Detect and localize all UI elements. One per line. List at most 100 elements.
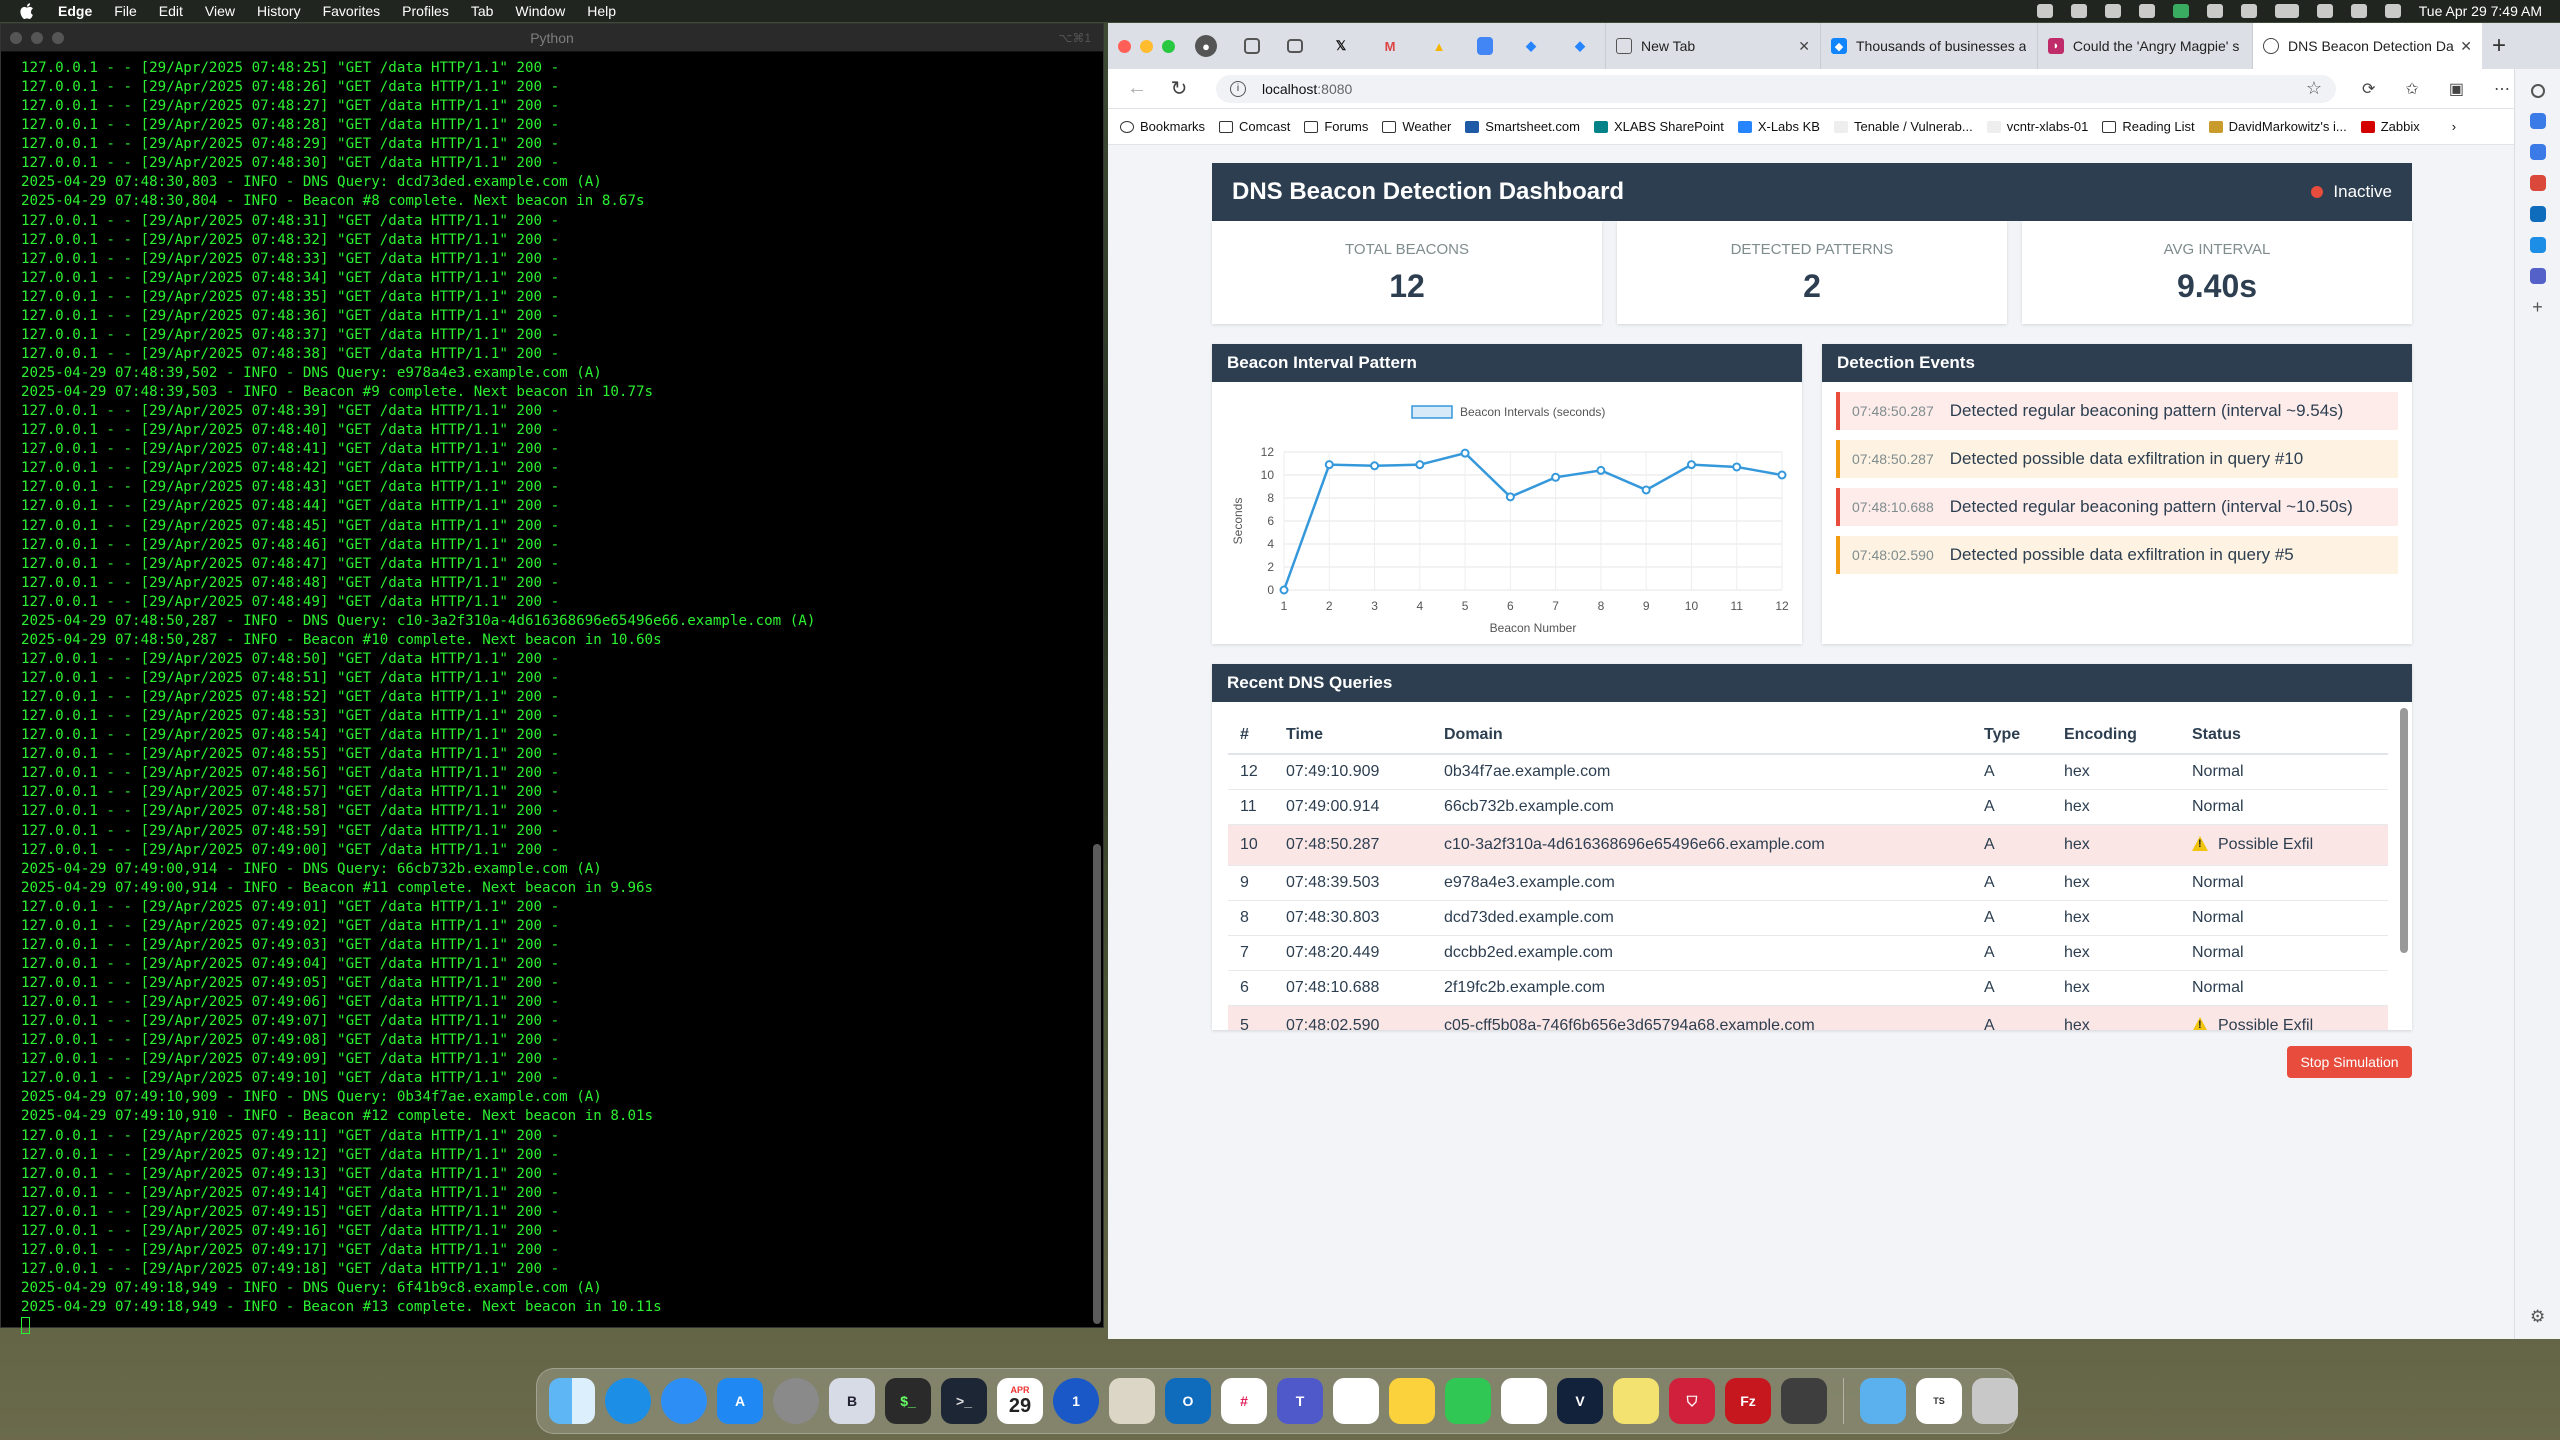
outlook-icon[interactable]: O: [1165, 1378, 1211, 1424]
refresh-extension-icon[interactable]: ⟳: [2362, 79, 2375, 99]
jira-icon[interactable]: ◆: [1520, 35, 1542, 57]
back-arrow-icon[interactable]: ←: [1122, 77, 1152, 100]
status-app-icon[interactable]: [2104, 4, 2121, 18]
queries-table-scroll[interactable]: # Time Domain Type Encoding Status 12 07:…: [1228, 716, 2388, 1030]
close-button[interactable]: [1118, 39, 1131, 53]
trash-icon[interactable]: [1972, 1378, 2018, 1424]
search-icon[interactable]: [2350, 4, 2367, 18]
outlook-icon[interactable]: [2529, 206, 2546, 222]
star-icon[interactable]: ☆: [2306, 78, 2322, 99]
tab-businesses[interactable]: ◆ Thousands of businesses a: [1820, 23, 2037, 69]
terminal-icon[interactable]: >_: [941, 1378, 987, 1424]
filezilla-icon[interactable]: Fz: [1725, 1378, 1771, 1424]
keychain-icon[interactable]: [1109, 1378, 1155, 1424]
bookmark-xlabs-kb[interactable]: X-Labs KB: [1737, 119, 1820, 134]
tab-actions-icon[interactable]: [1287, 39, 1303, 53]
stop-simulation-button[interactable]: Stop Simulation: [2287, 1046, 2412, 1078]
menu-edit[interactable]: Edit: [159, 3, 183, 19]
bookmark-reading-list[interactable]: Reading List: [2102, 119, 2195, 134]
menu-help[interactable]: Help: [587, 3, 616, 19]
bookmark-comcast[interactable]: Comcast: [1219, 119, 1290, 134]
finder-icon[interactable]: [549, 1378, 595, 1424]
more-bookmarks-chevron-icon[interactable]: ›: [2452, 119, 2456, 134]
data-point[interactable]: [1279, 585, 1289, 595]
downloads-folder-icon[interactable]: [1860, 1378, 1906, 1424]
bookmark-zabbix[interactable]: Zabbix: [2360, 119, 2420, 134]
reload-icon[interactable]: ↻: [1164, 76, 1194, 101]
tab-angry-magpie[interactable]: ◗ Could the 'Angry Magpie' s: [2037, 23, 2252, 69]
bookmark-sharepoint[interactable]: XLABS SharePoint: [1593, 119, 1724, 134]
gmail-icon[interactable]: M: [1379, 35, 1401, 57]
data-point[interactable]: [1415, 460, 1425, 470]
close-tab-icon[interactable]: ✕: [1798, 38, 1810, 55]
terminal-output[interactable]: 127.0.0.1 - - [29/Apr/2025 07:48:25] "GE…: [1, 52, 1103, 1336]
techspot-icon[interactable]: TS: [1916, 1378, 1962, 1424]
app-store-icon[interactable]: A: [717, 1378, 763, 1424]
stickies-icon[interactable]: [1613, 1378, 1659, 1424]
menu-clock[interactable]: Tue Apr 29 7:49 AM: [2419, 3, 2542, 19]
data-point[interactable]: [1732, 462, 1742, 472]
tab-new-tab[interactable]: New Tab ✕: [1605, 23, 1820, 69]
visual-studio-icon[interactable]: V: [1557, 1378, 1603, 1424]
data-point[interactable]: [1641, 485, 1651, 495]
apple-icon[interactable]: [20, 3, 34, 19]
bluetooth-icon[interactable]: [2206, 4, 2223, 18]
power-icon[interactable]: [2172, 4, 2189, 18]
data-point[interactable]: [1686, 460, 1696, 470]
close-tab-icon[interactable]: ✕: [2460, 38, 2472, 55]
copilot-icon[interactable]: [2529, 113, 2546, 129]
data-point[interactable]: [1777, 470, 1787, 480]
data-point[interactable]: [1370, 461, 1380, 471]
data-point[interactable]: [1551, 472, 1561, 482]
shopping-icon[interactable]: [2529, 144, 2546, 160]
jira-icon[interactable]: ◆: [1569, 35, 1591, 57]
workspaces-icon[interactable]: [1244, 38, 1260, 54]
docs-icon[interactable]: [1477, 37, 1493, 55]
zoom-button[interactable]: [1162, 39, 1175, 53]
more-icon[interactable]: ⋯: [2494, 79, 2510, 99]
volume-icon[interactable]: [2240, 4, 2257, 18]
data-point[interactable]: [1460, 448, 1470, 458]
reminders-icon[interactable]: [1333, 1378, 1379, 1424]
comcast-icon[interactable]: [1501, 1378, 1547, 1424]
system-settings-icon[interactable]: [773, 1378, 819, 1424]
wifi-icon[interactable]: [2316, 4, 2333, 18]
battery-icon[interactable]: [2274, 4, 2299, 18]
cloud-icon[interactable]: [2138, 4, 2155, 18]
bbedit-icon[interactable]: B: [829, 1378, 875, 1424]
new-tab-button[interactable]: +: [2492, 32, 2506, 60]
extension-icon[interactable]: [2529, 268, 2546, 284]
data-point[interactable]: [1505, 492, 1515, 502]
teams-icon[interactable]: T: [1277, 1378, 1323, 1424]
url-field[interactable]: i localhost:8080 ☆: [1216, 74, 2336, 103]
terminal-icon[interactable]: $_: [885, 1378, 931, 1424]
menu-history[interactable]: History: [257, 3, 301, 19]
1password-icon[interactable]: 1: [1053, 1378, 1099, 1424]
collections-icon[interactable]: ▣: [2449, 79, 2464, 99]
calculator-icon[interactable]: [1781, 1378, 1827, 1424]
slack-icon[interactable]: #: [1221, 1378, 1267, 1424]
notes-icon[interactable]: [1389, 1378, 1435, 1424]
data-point[interactable]: [1324, 460, 1334, 470]
terminal-scrollbar[interactable]: [1093, 844, 1101, 1324]
add-icon[interactable]: +: [2530, 298, 2546, 316]
bookmark-bookmarks[interactable]: Bookmarks: [1120, 119, 1205, 134]
messages-icon[interactable]: [1445, 1378, 1491, 1424]
menu-app-edge[interactable]: Edge: [58, 3, 92, 19]
status-app-icon[interactable]: [2036, 4, 2053, 18]
bookmark-vcntr[interactable]: vcntr-xlabs-01: [1986, 119, 2088, 134]
send-icon[interactable]: [2529, 237, 2546, 253]
drive-icon[interactable]: ▲: [1428, 35, 1450, 57]
menu-view[interactable]: View: [205, 3, 235, 19]
menu-tab[interactable]: Tab: [471, 3, 494, 19]
bookmark-smartsheet[interactable]: Smartsheet.com: [1465, 119, 1580, 134]
minimize-button[interactable]: [1140, 39, 1153, 53]
menu-window[interactable]: Window: [515, 3, 565, 19]
safari-icon[interactable]: [661, 1378, 707, 1424]
settings-gear-icon[interactable]: ⚙: [2530, 1308, 2546, 1325]
favorites-icon[interactable]: ✩: [2405, 79, 2418, 99]
x-icon[interactable]: 𝕏: [1330, 35, 1352, 57]
data-point[interactable]: [1596, 465, 1606, 475]
bookmark-weather[interactable]: Weather: [1382, 119, 1451, 134]
bookmark-davidmarkowitz[interactable]: DavidMarkowitz's i...: [2208, 119, 2347, 134]
